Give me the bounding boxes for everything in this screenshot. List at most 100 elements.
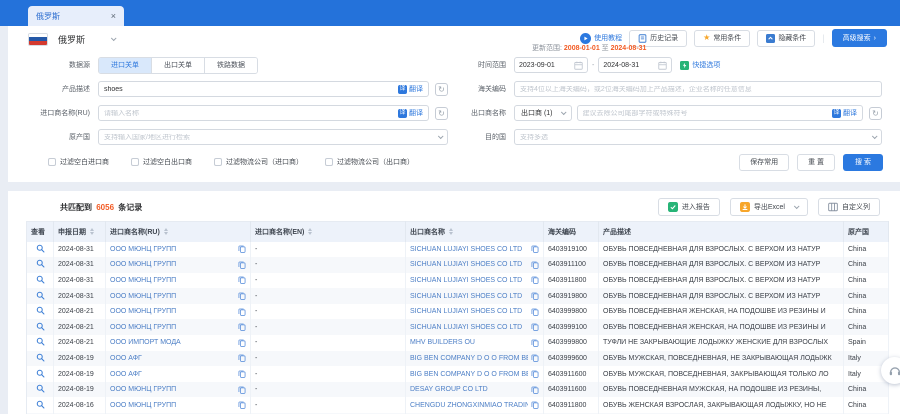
view-record-icon[interactable]: [36, 259, 45, 270]
filter-checkbox[interactable]: 过滤空白出口商: [131, 157, 192, 167]
data-source-tab[interactable]: 进口关单: [99, 58, 152, 73]
view-record-icon[interactable]: [36, 244, 45, 255]
sort-icon[interactable]: [90, 228, 94, 235]
input-history-icon[interactable]: ↻: [435, 83, 448, 96]
importer-ru-link[interactable]: ООО МЮНЦ ГРУПП: [110, 293, 176, 300]
view-record-icon[interactable]: [36, 400, 45, 411]
importer-ru-link[interactable]: ООО МЮНЦ ГРУПП: [110, 261, 176, 268]
export-excel-button[interactable]: 导出Excel: [730, 198, 808, 216]
copy-icon[interactable]: [235, 354, 246, 362]
exporter-link[interactable]: BIG BEN COMPANY D O O FROM BEST T: [410, 371, 528, 378]
exporter-link[interactable]: DESAY GROUP CO LTD: [410, 386, 488, 393]
view-record-icon[interactable]: [36, 275, 45, 286]
copy-icon[interactable]: [528, 292, 539, 300]
column-header[interactable]: 申报日期: [54, 222, 106, 242]
reset-button[interactable]: 重 置: [797, 154, 835, 171]
tutorial-link[interactable]: 使用教程: [580, 33, 622, 44]
exporter-link[interactable]: SICHUAN LUJIAYI SHOES CO LTD: [410, 308, 522, 315]
tab-close-icon[interactable]: ×: [111, 11, 116, 21]
importer-ru-link[interactable]: ООО АФГ: [110, 355, 142, 362]
filter-checkbox[interactable]: 过滤物流公司（出口商）: [325, 157, 414, 167]
importer-ru-link[interactable]: ООО МЮНЦ ГРУПП: [110, 277, 176, 284]
exporter-link[interactable]: MHV BUILDERS OU: [410, 339, 475, 346]
chevron-down-icon[interactable]: [872, 133, 878, 139]
copy-icon[interactable]: [528, 261, 539, 269]
exporter-link[interactable]: SICHUAN LUJIAYI SHOES CO LTD: [410, 277, 522, 284]
view-record-icon[interactable]: [36, 337, 45, 348]
exporter-link[interactable]: BIG BEN COMPANY D O O FROM BEST T: [410, 355, 528, 362]
copy-icon[interactable]: [235, 261, 246, 269]
importer-ru-link[interactable]: ООО АФГ: [110, 371, 142, 378]
checkbox-icon[interactable]: [48, 158, 56, 166]
save-favorite-button[interactable]: 保存常用: [739, 154, 789, 171]
copy-icon[interactable]: [528, 276, 539, 284]
translate-button[interactable]: 译 翻译: [832, 108, 857, 118]
view-record-icon[interactable]: [36, 291, 45, 302]
quick-options-link[interactable]: 快捷选项: [680, 60, 720, 70]
copy-icon[interactable]: [235, 276, 246, 284]
chevron-down-icon[interactable]: [794, 203, 800, 209]
checkbox-icon[interactable]: [325, 158, 333, 166]
tab-russia[interactable]: 俄罗斯 ×: [28, 6, 124, 26]
checkbox-icon[interactable]: [214, 158, 222, 166]
importer-ru-link[interactable]: ООО ИМПОРТ МОДА: [110, 339, 181, 346]
copy-icon[interactable]: [235, 245, 246, 253]
importer-ru-link[interactable]: ООО МЮНЦ ГРУПП: [110, 402, 176, 409]
country-name[interactable]: 俄罗斯: [58, 33, 85, 46]
copy-icon[interactable]: [235, 401, 246, 409]
view-record-icon[interactable]: [36, 322, 45, 333]
copy-icon[interactable]: [235, 386, 246, 394]
view-record-icon[interactable]: [36, 369, 45, 380]
chevron-down-icon[interactable]: [111, 35, 117, 41]
advanced-search-button[interactable]: 高级搜索 ›: [832, 29, 887, 47]
checkbox-icon[interactable]: [131, 158, 139, 166]
hide-conditions-button[interactable]: 隐藏条件: [757, 30, 815, 47]
start-date-input[interactable]: 2023-09-01: [514, 57, 588, 73]
exporter-link[interactable]: SICHUAN LUJIAYI SHOES CO LTD: [410, 324, 522, 331]
filter-checkbox[interactable]: 过滤空白进口商: [48, 157, 109, 167]
input-history-icon[interactable]: ↻: [435, 107, 448, 120]
translate-button[interactable]: 译 翻译: [398, 84, 423, 94]
copy-icon[interactable]: [235, 323, 246, 331]
filter-checkbox[interactable]: 过滤物流公司（进口商）: [214, 157, 303, 167]
sort-icon[interactable]: [449, 228, 453, 235]
exporter-link[interactable]: SICHUAN LUJIAYI SHOES CO LTD: [410, 261, 522, 268]
copy-icon[interactable]: [528, 245, 539, 253]
search-button[interactable]: 搜 索: [843, 154, 883, 171]
column-header[interactable]: 进口商名称(RU): [106, 222, 251, 242]
copy-icon[interactable]: [235, 308, 246, 316]
enter-report-button[interactable]: 进入报告: [658, 198, 720, 216]
exporter-link[interactable]: CHENGDU ZHONGXINMIAO TRADING C: [410, 402, 528, 409]
importer-ru-link[interactable]: ООО МЮНЦ ГРУПП: [110, 246, 176, 253]
view-record-icon[interactable]: [36, 306, 45, 317]
copy-icon[interactable]: [528, 339, 539, 347]
copy-icon[interactable]: [528, 354, 539, 362]
exporter-type-select[interactable]: 出口商 (1): [514, 105, 572, 121]
translate-button[interactable]: 译 翻译: [398, 108, 423, 118]
copy-icon[interactable]: [528, 370, 539, 378]
copy-icon[interactable]: [528, 386, 539, 394]
hs-code-input[interactable]: [520, 86, 876, 93]
column-header[interactable]: 进口商名称(EN): [251, 222, 406, 242]
dest-input[interactable]: [520, 134, 868, 141]
exporter-input[interactable]: [583, 110, 833, 117]
copy-icon[interactable]: [528, 323, 539, 331]
column-header[interactable]: 出口商名称: [406, 222, 544, 242]
chevron-down-icon[interactable]: [438, 133, 444, 139]
importer-ru-link[interactable]: ООО МЮНЦ ГРУПП: [110, 324, 176, 331]
copy-icon[interactable]: [528, 401, 539, 409]
copy-icon[interactable]: [235, 370, 246, 378]
view-record-icon[interactable]: [36, 384, 45, 395]
importer-ru-link[interactable]: ООО МЮНЦ ГРУПП: [110, 386, 176, 393]
data-source-tab[interactable]: 铁路数据: [205, 58, 257, 73]
copy-icon[interactable]: [235, 339, 246, 347]
copy-icon[interactable]: [235, 292, 246, 300]
input-history-icon[interactable]: ↻: [869, 107, 882, 120]
data-source-tab[interactable]: 出口关单: [152, 58, 205, 73]
favorites-button[interactable]: ★ 常用条件: [694, 30, 750, 47]
importer-ru-link[interactable]: ООО МЮНЦ ГРУПП: [110, 308, 176, 315]
view-record-icon[interactable]: [36, 353, 45, 364]
end-date-input[interactable]: 2024-08-31: [598, 57, 672, 73]
product-desc-input[interactable]: [104, 86, 398, 93]
sort-icon[interactable]: [308, 228, 312, 235]
